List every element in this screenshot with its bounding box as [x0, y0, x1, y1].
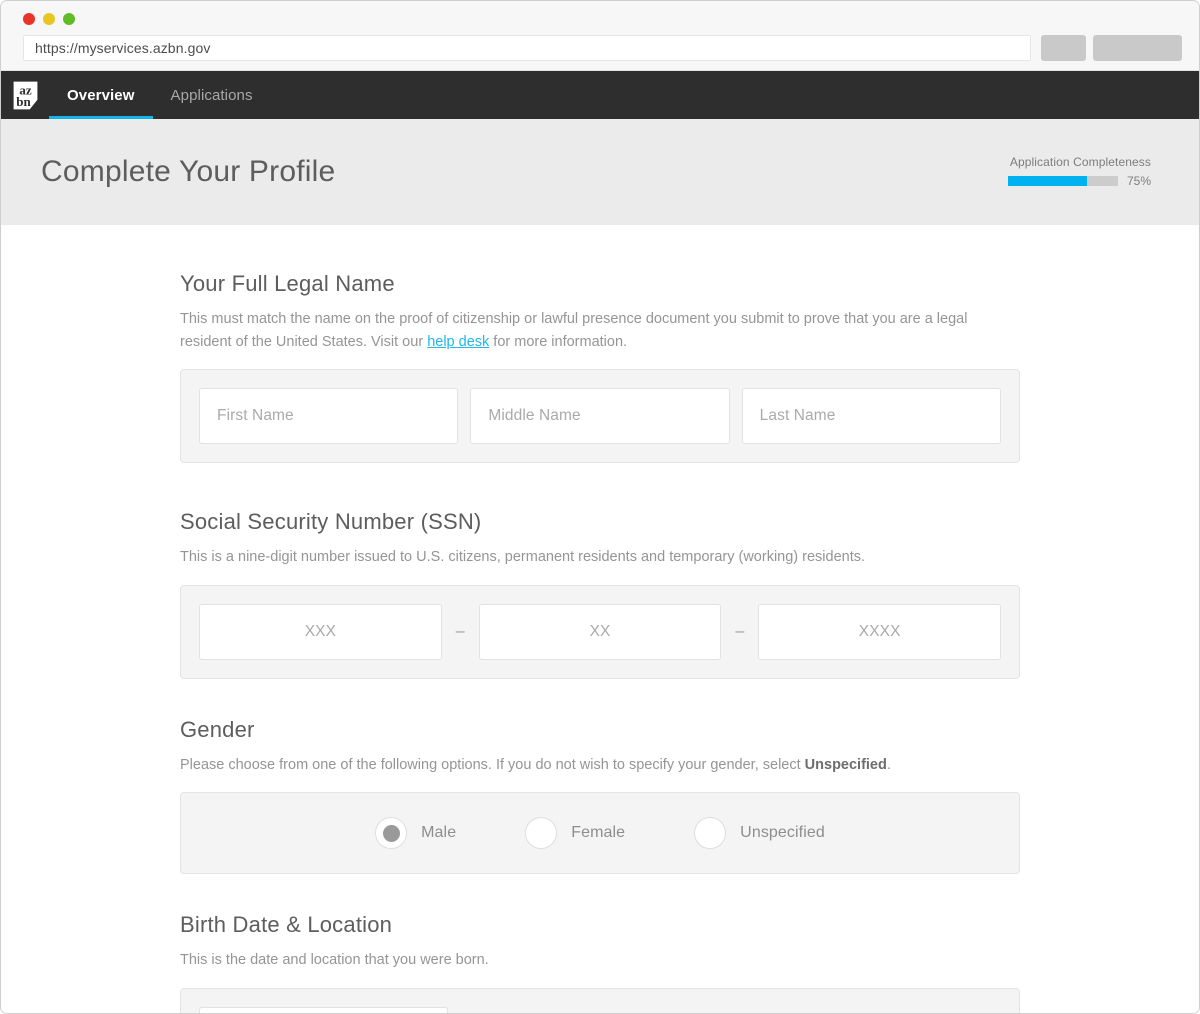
gender-options-panel: Male Female Unspecified — [180, 792, 1020, 875]
gender-label-unspecified: Unspecified — [740, 824, 825, 842]
browser-window: https://myservices.azbn.gov az bn Overvi… — [0, 0, 1200, 1014]
page-header-band: Complete Your Profile Application Comple… — [1, 119, 1199, 225]
completeness-row: 75% — [1007, 174, 1151, 188]
last-name-input[interactable]: Last Name — [741, 388, 1001, 445]
site-logo[interactable]: az bn — [1, 71, 49, 119]
nav-items: Overview Applications — [49, 71, 271, 119]
window-controls — [23, 13, 75, 25]
gender-desc-part2: . — [886, 756, 891, 773]
progress-percent-label: 75% — [1126, 174, 1151, 188]
chrome-button-secondary[interactable] — [1093, 35, 1182, 61]
section-desc-ssn: This is a nine-digit number issued to U.… — [180, 549, 866, 566]
section-ssn: Social Security Number (SSN) This is a n… — [180, 509, 1020, 679]
ssn-area-input[interactable]: XXX — [199, 603, 442, 660]
section-full-legal-name: Your Full Legal Name This must match the… — [180, 271, 1020, 464]
maximize-window-icon[interactable] — [63, 13, 75, 25]
app-navbar: az bn Overview Applications — [1, 71, 1199, 119]
section-desc-gender: Please choose from one of the following … — [180, 754, 980, 777]
gender-label-female: Female — [571, 824, 626, 842]
section-desc-name: This must match the name on the proof of… — [180, 308, 980, 353]
application-completeness: Application Completeness 75% — [1007, 155, 1151, 188]
chrome-button-primary[interactable] — [1041, 35, 1086, 61]
section-title-gender: Gender — [180, 716, 255, 742]
nav-tab-applications[interactable]: Applications — [153, 71, 271, 119]
close-window-icon[interactable] — [23, 13, 35, 25]
progress-bar — [1007, 176, 1118, 186]
first-name-input[interactable]: First Name — [199, 388, 459, 445]
form-content: Your Full Legal Name This must match the… — [1, 225, 1199, 1013]
radio-icon-unspecified[interactable] — [694, 817, 727, 850]
ssn-separator-2: – — [735, 622, 745, 640]
gender-label-male: Male — [421, 824, 457, 842]
birth-date-input[interactable]: Birth Date — [199, 1007, 448, 1013]
name-fields-panel: First Name Middle Name Last Name — [180, 369, 1020, 464]
section-title-name: Your Full Legal Name — [180, 271, 395, 296]
gender-option-unspecified[interactable]: Unspecified — [694, 817, 825, 850]
ssn-separator-1: – — [455, 622, 465, 640]
section-title-ssn: Social Security Number (SSN) — [180, 509, 482, 535]
middle-name-input[interactable]: Middle Name — [470, 388, 730, 445]
url-input[interactable]: https://myservices.azbn.gov — [23, 35, 1031, 61]
section-desc-birth: This is the date and location that you w… — [180, 952, 489, 969]
radio-icon-female[interactable] — [525, 817, 558, 850]
browser-chrome: https://myservices.azbn.gov — [1, 1, 1199, 71]
ssn-serial-input[interactable]: XXXX — [758, 603, 1002, 660]
progress-bar-fill — [1007, 176, 1088, 186]
svg-text:bn: bn — [16, 94, 31, 109]
section-gender: Gender Please choose from one of the fol… — [180, 717, 1020, 875]
completeness-label: Application Completeness — [1009, 155, 1151, 169]
desc-text-part2: for more information. — [489, 333, 628, 350]
birth-fields-panel: Birth Date — [180, 988, 1020, 1013]
radio-icon-male[interactable] — [375, 817, 408, 850]
gender-desc-bold: Unspecified — [804, 756, 887, 773]
page-title: Complete Your Profile — [41, 155, 336, 188]
ssn-fields-panel: XXX – XX – XXXX — [180, 584, 1020, 679]
gender-option-female[interactable]: Female — [525, 817, 626, 850]
azbn-logo-icon: az bn — [11, 79, 40, 111]
gender-option-male[interactable]: Male — [375, 817, 457, 850]
nav-tab-overview[interactable]: Overview — [49, 71, 153, 119]
ssn-group-input[interactable]: XX — [478, 603, 722, 660]
gender-desc-part1: Please choose from one of the following … — [180, 756, 805, 773]
section-title-birth: Birth Date & Location — [180, 912, 393, 938]
help-desk-link[interactable]: help desk — [427, 334, 489, 350]
minimize-window-icon[interactable] — [43, 13, 55, 25]
section-birth-date-location: Birth Date & Location This is the date a… — [180, 912, 1020, 1013]
